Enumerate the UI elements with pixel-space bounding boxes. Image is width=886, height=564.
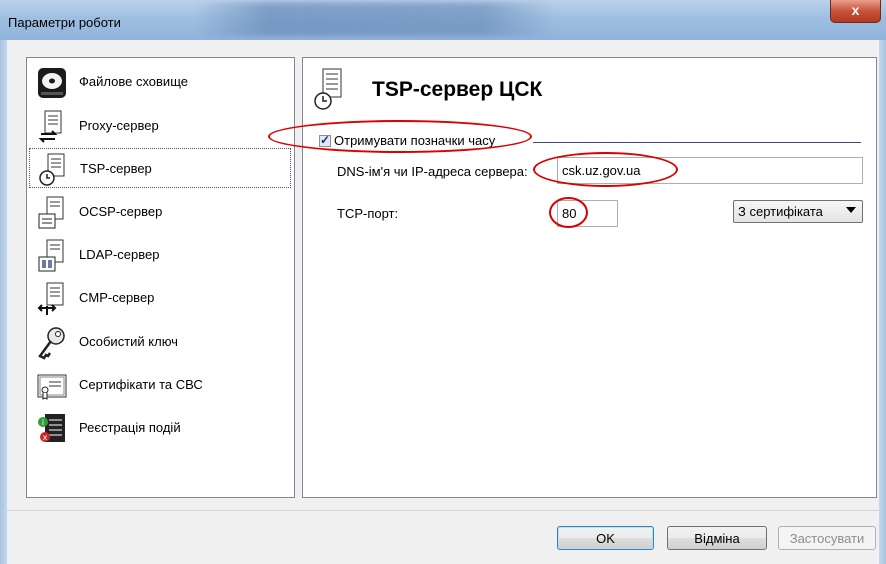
apply-button[interactable]: Застосувати: [778, 526, 876, 550]
sidebar-item-label: CMP-сервер: [79, 290, 155, 305]
sidebar-item-label: Особистий ключ: [79, 334, 178, 349]
svg-text:i: i: [42, 418, 44, 427]
window-border-right: [879, 40, 886, 564]
certificate-icon: [37, 374, 67, 400]
sidebar-item-ocsp-server[interactable]: OCSP-сервер: [29, 192, 291, 232]
sidebar-item-file-storage[interactable]: Файлове сховище: [29, 62, 291, 102]
tcp-port-label: TCP-порт:: [337, 206, 399, 221]
cancel-button[interactable]: Відміна: [667, 526, 767, 550]
sidebar-item-label: Реєстрація подій: [79, 420, 181, 435]
blurred-background-window: [195, 2, 555, 36]
page-title: TSP-сервер ЦСК: [372, 78, 543, 101]
sidebar-item-ldap-server[interactable]: LDAP-сервер: [29, 235, 291, 275]
sidebar-item-event-log[interactable]: i x Реєстрація подій: [29, 408, 291, 448]
dns-server-input[interactable]: [557, 157, 863, 184]
sidebar-item-label: Сертифікати та СВС: [79, 377, 203, 392]
drive-icon: [38, 68, 66, 98]
ok-button[interactable]: OK: [557, 526, 654, 550]
window-title: Параметри роботи: [8, 15, 121, 30]
sidebar-item-label: TSP-сервер: [80, 161, 152, 176]
settings-panel: [302, 57, 877, 498]
close-icon: x: [851, 2, 860, 18]
window-titlebar[interactable]: Параметри роботи x: [0, 0, 886, 40]
tsp-server-icon: [314, 68, 342, 110]
window-border-left: [0, 40, 7, 564]
button-bar-separator: [7, 510, 879, 511]
event-log-icon: i x: [38, 414, 65, 442]
tcp-port-input[interactable]: [557, 200, 618, 227]
sidebar-item-private-key[interactable]: Особистий ключ: [29, 322, 291, 362]
ldap-server-icon: [38, 239, 64, 272]
key-icon: [38, 327, 65, 360]
dns-label: DNS-ім'я чи IP-адреса сервера:: [337, 164, 528, 179]
dropdown-value: З сертифіката: [738, 204, 823, 219]
dropdown-arrow-icon: [846, 207, 856, 213]
sidebar-item-label: OCSP-сервер: [79, 204, 163, 219]
receive-timestamps-checkbox[interactable]: [319, 133, 331, 147]
sidebar-item-label: Proxy-сервер: [79, 118, 159, 133]
close-button[interactable]: x: [830, 0, 881, 23]
sidebar-item-certificates[interactable]: Сертифікати та СВС: [29, 365, 291, 405]
sidebar-item-label: LDAP-сервер: [79, 247, 160, 262]
svg-text:x: x: [43, 433, 48, 442]
cmp-server-icon: [37, 282, 64, 315]
port-source-dropdown[interactable]: З сертифіката: [733, 200, 863, 223]
proxy-server-icon: [38, 110, 62, 143]
receive-timestamps-label[interactable]: Отримувати позначки часу: [334, 133, 495, 148]
sidebar-item-cmp-server[interactable]: CMP-сервер: [29, 278, 291, 318]
ocsp-server-icon: [38, 196, 64, 229]
tsp-server-icon: [39, 153, 65, 186]
sidebar-item-label: Файлове сховище: [79, 74, 188, 89]
sidebar-item-proxy-server[interactable]: Proxy-сервер: [29, 106, 291, 146]
sidebar-item-tsp-server[interactable]: TSP-сервер: [29, 148, 291, 188]
settings-nav-list[interactable]: Файлове сховище Proxy-сервер TSP-сервер …: [26, 57, 295, 498]
group-divider: [533, 142, 861, 143]
